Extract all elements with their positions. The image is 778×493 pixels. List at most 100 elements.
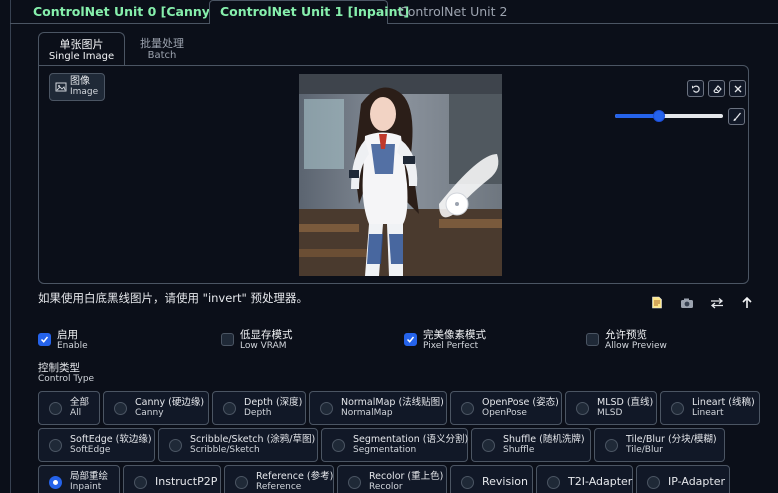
tab-unit-2[interactable]: ControlNet Unit 2 (388, 0, 518, 24)
radio-dot[interactable] (169, 438, 182, 452)
low-vram-checkbox[interactable]: 低显存模式 Low VRAM (221, 330, 293, 352)
radio-label-en: Depth (244, 408, 272, 418)
canvas-toolbar (687, 80, 746, 97)
radio-dot[interactable] (482, 438, 495, 452)
control-type-normalmap[interactable]: NormalMap (法线贴图) NormalMap (309, 391, 447, 425)
control-type-segmentation[interactable]: Segmentation (语义分割) Segmentation (321, 428, 468, 462)
radio-label-en: Shuffle (503, 445, 535, 455)
radio-dot[interactable] (49, 438, 62, 452)
new-canvas-button[interactable] (649, 295, 664, 310)
undo-icon (691, 85, 700, 93)
radio-label-en: MLSD (597, 408, 623, 418)
radio-dot[interactable] (332, 438, 345, 452)
undo-button[interactable] (687, 80, 704, 97)
checkbox-box[interactable] (221, 333, 234, 346)
uploaded-image[interactable] (299, 74, 502, 276)
radio-dot[interactable] (605, 438, 618, 452)
pixel-perfect-label-cn: 完美像素模式 (423, 329, 486, 341)
checkbox-box[interactable] (404, 333, 417, 346)
checkbox-box[interactable] (38, 333, 51, 346)
brush-size-slider[interactable] (615, 110, 723, 122)
control-type-ip-adapter[interactable]: IP-Adapter (636, 465, 730, 493)
slider-thumb[interactable] (653, 110, 665, 122)
tab-single-image-en: Single Image (48, 51, 115, 62)
radio-label-en: Reference (256, 482, 302, 492)
radio-label-cn: Recolor (重上色) (369, 471, 444, 482)
tabs-divider (388, 23, 778, 24)
allow-preview-label-cn: 允许预览 (605, 329, 647, 341)
brush-button[interactable] (728, 108, 745, 125)
eraser-button[interactable] (708, 80, 725, 97)
control-type-openpose[interactable]: OpenPose (姿态) OpenPose (450, 391, 562, 425)
pixel-perfect-checkbox[interactable]: 完美像素模式 Pixel Perfect (404, 330, 486, 352)
control-type-canny[interactable]: Canny (硬边缘) Canny (103, 391, 209, 425)
radio-dot[interactable] (647, 475, 660, 489)
swap-icon (710, 297, 723, 308)
control-type-depth[interactable]: Depth (深度) Depth (212, 391, 306, 425)
mirror-webcam-button[interactable] (709, 295, 724, 310)
radio-label-cn: SoftEdge (软边缘) (70, 434, 152, 445)
radio-label-cn: Segmentation (语义分割) (353, 434, 469, 445)
radio-dot[interactable] (348, 475, 361, 489)
control-type-scribble[interactable]: Scribble/Sketch (涂鸦/草图) Scribble/Sketch (158, 428, 318, 462)
control-type-instructp2p[interactable]: InstructP2P (123, 465, 221, 493)
enable-label-en: Enable (57, 341, 88, 351)
radio-dot[interactable] (134, 475, 147, 489)
tab-unit-0[interactable]: ControlNet Unit 0 [Canny] (22, 0, 216, 24)
unit-tabs: ControlNet Unit 0 [Canny] ControlNet Uni… (22, 0, 518, 24)
brush-icon (733, 112, 741, 121)
radio-label-cn: Tile/Blur (分块/模糊) (626, 434, 717, 445)
control-type-shuffle[interactable]: Shuffle (随机洗牌) Shuffle (471, 428, 591, 462)
control-type-tile-blur[interactable]: Tile/Blur (分块/模糊) Tile/Blur (594, 428, 725, 462)
image-actions (649, 295, 754, 310)
radio-label-en: All (70, 408, 82, 418)
tab-unit-1[interactable]: ControlNet Unit 1 [Inpaint] (209, 0, 409, 24)
radio-label-cn: 局部重绘 (70, 471, 109, 482)
control-type-t2i-adapter[interactable]: T2I-Adapter (536, 465, 633, 493)
radio-label-en: Tile/Blur (626, 445, 663, 455)
radio-label-cn: Lineart (线稿) (692, 397, 755, 408)
radio-label: InstructP2P (155, 475, 218, 488)
control-type-reference[interactable]: Reference (参考) Reference (224, 465, 334, 493)
image-label-cn: 图像 (70, 76, 90, 87)
control-type-mlsd[interactable]: MLSD (直线) MLSD (565, 391, 657, 425)
radio-dot[interactable] (461, 401, 474, 415)
radio-dot[interactable] (671, 401, 684, 415)
radio-dot[interactable] (547, 475, 560, 489)
radio-dot[interactable] (320, 401, 333, 415)
invert-hint-text: 如果使用白底黑线图片，请使用 "invert" 预处理器。 (38, 291, 308, 305)
allow-preview-label-en: Allow Preview (605, 341, 667, 351)
close-button[interactable] (729, 80, 746, 97)
checkbox-box[interactable] (586, 333, 599, 346)
radio-dot[interactable] (576, 401, 589, 415)
control-type-recolor[interactable]: Recolor (重上色) Recolor (337, 465, 447, 493)
radio-dot[interactable] (235, 475, 248, 489)
image-icon (55, 82, 67, 92)
control-type-all[interactable]: 全部 All (38, 391, 100, 425)
eraser-icon (712, 84, 722, 93)
low-vram-label-cn: 低显存模式 (240, 329, 293, 341)
radio-label-cn: Canny (硬边缘) (135, 397, 205, 408)
webcam-button[interactable] (679, 295, 694, 310)
radio-dot-selected[interactable] (49, 475, 62, 489)
control-type-lineart[interactable]: Lineart (线稿) Lineart (660, 391, 760, 425)
tab-single-image[interactable]: 单张图片 Single Image (38, 32, 125, 66)
radio-dot[interactable] (114, 401, 127, 415)
radio-dot[interactable] (461, 475, 474, 489)
control-type-softedge[interactable]: SoftEdge (软边缘) SoftEdge (38, 428, 155, 462)
radio-label-en: OpenPose (482, 408, 527, 418)
radio-label-cn: 全部 (70, 397, 90, 408)
radio-label-cn: NormalMap (法线贴图) (341, 397, 444, 408)
allow-preview-checkbox[interactable]: 允许预览 Allow Preview (586, 330, 667, 352)
pixel-perfect-label-en: Pixel Perfect (423, 341, 479, 351)
send-dimensions-button[interactable] (739, 295, 754, 310)
radio-dot[interactable] (49, 401, 62, 415)
control-type-revision[interactable]: Revision (450, 465, 533, 493)
upload-arrow-icon (741, 296, 752, 308)
checkmark-icon (406, 336, 415, 343)
radio-dot[interactable] (223, 401, 236, 415)
radio-label-cn: Shuffle (随机洗牌) (503, 434, 585, 445)
control-type-inpaint[interactable]: 局部重绘 Inpaint (38, 465, 120, 493)
enable-checkbox[interactable]: 启用 Enable (38, 330, 88, 352)
tab-batch[interactable]: 批量处理 Batch (128, 32, 196, 66)
